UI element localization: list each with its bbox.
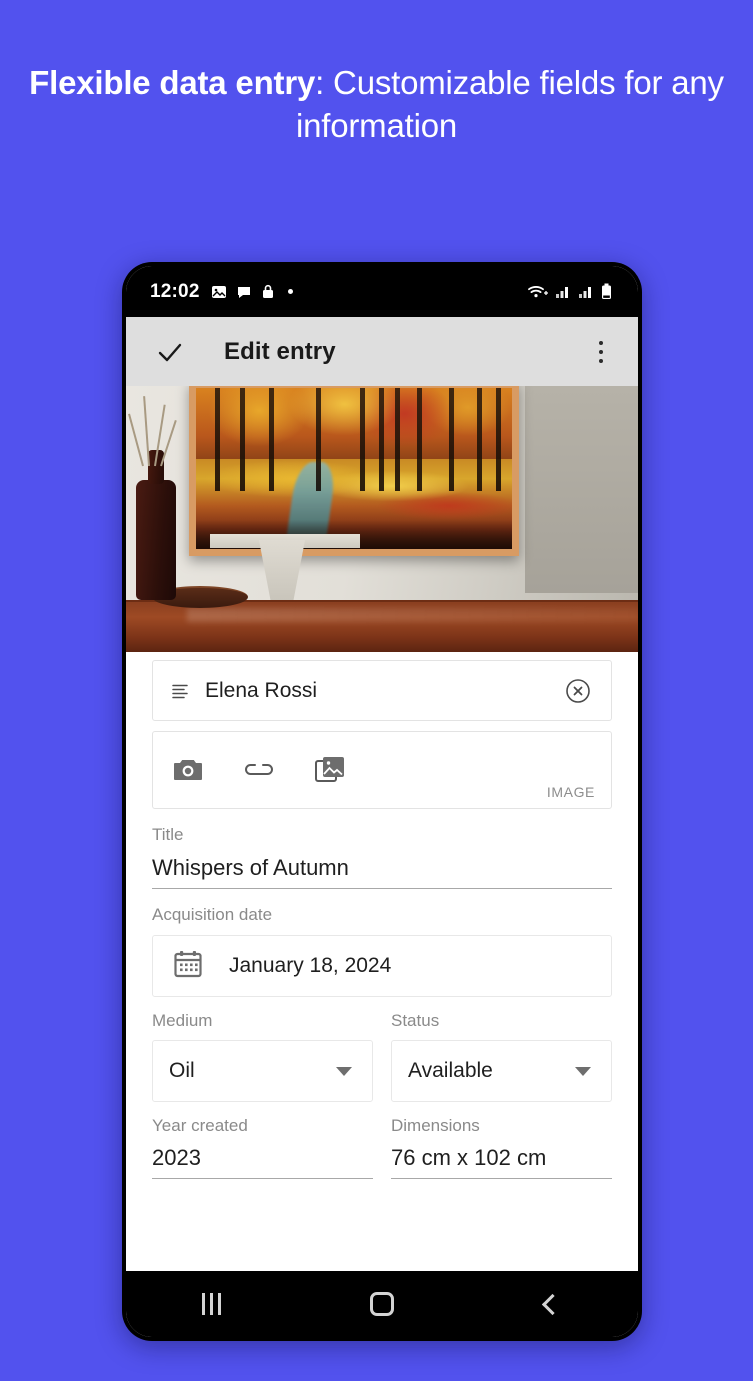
acquisition-date-value[interactable]: January 18, 2024 (229, 954, 391, 978)
link-icon[interactable] (243, 760, 275, 780)
bottle-vase (136, 450, 176, 600)
wall-panel (525, 386, 638, 594)
signal-icon (578, 285, 594, 299)
entry-photo[interactable] (126, 386, 638, 652)
more-vertical-icon (599, 358, 603, 363)
dimensions-label: Dimensions (391, 1116, 480, 1135)
acquisition-date-picker[interactable]: January 18, 2024 (152, 935, 612, 997)
back-icon (542, 1293, 564, 1315)
recents-icon (201, 1293, 221, 1315)
status-bar-system-icons (528, 283, 612, 300)
dimensions-field: Dimensions 76 cm x 102 cm (391, 1116, 612, 1179)
status-bar-notification-icons (211, 284, 293, 300)
image-picker-field[interactable]: IMAGE (152, 731, 612, 809)
phone-mockup: 12:02 Edit entry Elena Rossi IMAGE Title… (122, 262, 642, 1341)
acquisition-date-field: Acquisition date (152, 905, 612, 925)
signal-icon (555, 285, 571, 299)
chevron-down-icon (575, 1066, 591, 1076)
entry-name-field[interactable]: Elena Rossi (152, 660, 612, 721)
recents-button[interactable] (166, 1282, 256, 1326)
overflow-menu-button[interactable] (586, 340, 616, 363)
chevron-down-icon (336, 1066, 352, 1076)
more-vertical-icon (599, 349, 603, 354)
more-vertical-icon (599, 340, 603, 345)
framed-painting (189, 386, 519, 556)
status-bar: 12:02 (126, 266, 638, 317)
medium-label: Medium (152, 1011, 213, 1030)
title-field[interactable]: Title Whispers of Autumn (152, 825, 612, 889)
home-button[interactable] (337, 1282, 427, 1326)
status-field: Status Available (391, 1011, 612, 1102)
drag-handle-icon[interactable] (171, 682, 197, 700)
gallery-icon[interactable] (315, 756, 345, 784)
camera-icon[interactable] (173, 757, 203, 783)
check-icon (158, 343, 182, 361)
phone-screen: 12:02 Edit entry Elena Rossi IMAGE Title… (126, 266, 638, 1337)
home-icon (369, 1292, 394, 1316)
clear-name-button[interactable] (563, 678, 593, 704)
medium-select[interactable]: Oil (152, 1040, 373, 1102)
year-dimensions-row: Year created 2023 Dimensions 76 cm x 102… (152, 1116, 612, 1179)
wifi-icon (528, 284, 548, 300)
year-created-field: Year created 2023 (152, 1116, 373, 1179)
image-field-tag: IMAGE (546, 784, 595, 800)
battery-icon (601, 283, 612, 300)
dot-icon (287, 289, 293, 294)
chat-bubble-icon (236, 284, 252, 300)
acquisition-date-label: Acquisition date (152, 905, 273, 924)
system-nav-bar (126, 1271, 638, 1337)
promo-headline-bold: Flexible data entry (29, 64, 316, 101)
status-label: Status (391, 1011, 440, 1030)
app-bar: Edit entry (126, 317, 638, 386)
dried-twigs (128, 388, 178, 467)
calendar-icon (173, 949, 203, 984)
entry-name-value[interactable]: Elena Rossi (205, 679, 563, 703)
table-highlight (187, 608, 638, 622)
promo-headline-rest: : Customizable fields for any informatio… (295, 64, 724, 144)
status-select[interactable]: Available (391, 1040, 612, 1102)
lock-icon (261, 284, 275, 300)
page-title: Edit entry (224, 337, 336, 365)
status-bar-clock: 12:02 (150, 280, 200, 302)
title-label: Title (152, 825, 184, 844)
status-value: Available (408, 1059, 493, 1082)
form-content[interactable]: Elena Rossi IMAGE Title Whispers of Autu… (126, 386, 638, 1271)
image-icon (211, 284, 227, 300)
confirm-button[interactable] (148, 338, 192, 366)
back-button[interactable] (508, 1282, 598, 1326)
medium-value: Oil (169, 1059, 195, 1082)
year-created-value[interactable]: 2023 (152, 1145, 373, 1179)
promo-headline: Flexible data entry: Customizable fields… (0, 62, 753, 148)
medium-field: Medium Oil (152, 1011, 373, 1102)
medium-status-row: Medium Oil Status Available (152, 1011, 612, 1102)
clear-circle-icon (566, 678, 590, 703)
dimensions-value[interactable]: 76 cm x 102 cm (391, 1145, 612, 1179)
year-created-label: Year created (152, 1116, 248, 1135)
title-value[interactable]: Whispers of Autumn (152, 855, 612, 889)
